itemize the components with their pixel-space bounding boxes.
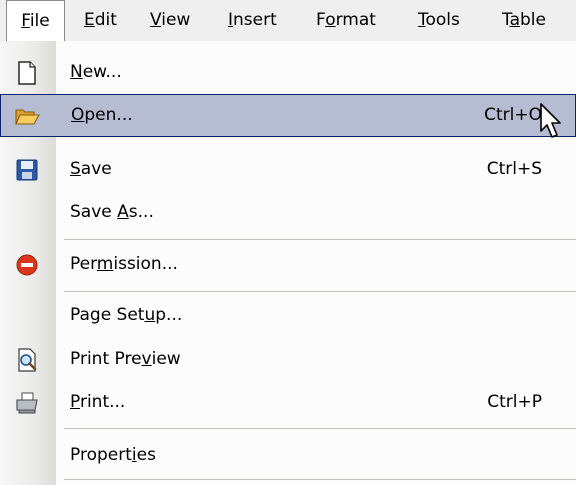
print-rest: rint...: [79, 392, 126, 412]
permission-rest: ission...: [113, 254, 178, 274]
save-accel: S: [70, 159, 81, 179]
menu-item-permission-label: Permission...: [70, 243, 178, 286]
save-shortcut: Ctrl+S: [486, 159, 542, 179]
printer-icon: [16, 392, 38, 414]
properties-pre: Propert: [70, 445, 132, 465]
menu-edit[interactable]: Edit: [84, 0, 117, 41]
menu-item-properties[interactable]: Properties: [0, 434, 576, 477]
menu-tools-rest: ools: [425, 10, 460, 30]
menu-tools[interactable]: Tools: [418, 0, 460, 41]
menu-format-accel: o: [325, 10, 336, 30]
menu-item-save-as[interactable]: Save As...: [0, 191, 576, 234]
page-setup-accel: u: [144, 305, 156, 325]
save-disk-icon: [16, 159, 38, 181]
mouse-pointer-icon: [540, 103, 561, 138]
menu-insert-rest: nsert: [233, 10, 277, 30]
print-preview-pre: Print Pre: [70, 349, 142, 369]
separator: [64, 479, 576, 480]
menu-item-print[interactable]: Print... Ctrl+P: [0, 381, 576, 424]
menu-format-pre: F: [316, 10, 326, 30]
menu-item-permission[interactable]: Permission...: [0, 243, 576, 286]
menu-table-rest: ble: [520, 10, 546, 30]
menu-item-page-setup[interactable]: Page Setup...: [0, 294, 576, 337]
file-menu-dropdown: New... Open... Ctrl+O Save Ctrl+S Save A…: [0, 41, 576, 485]
menu-item-print-label: Print...: [70, 381, 125, 424]
menu-insert[interactable]: Insert: [228, 0, 277, 41]
menu-file[interactable]: File: [6, 0, 65, 42]
menu-file-accel: F: [21, 11, 30, 31]
menu-item-open-label: Open...: [71, 94, 133, 137]
menu-format-rest: rmat: [335, 10, 376, 30]
menu-view-accel: V: [150, 10, 162, 30]
print-preview-accel: v: [141, 349, 152, 369]
print-preview-rest: iew: [151, 349, 181, 369]
open-accel: O: [71, 105, 85, 125]
menu-table[interactable]: Table: [502, 0, 546, 41]
menu-item-save-as-label: Save As...: [70, 191, 154, 234]
save-as-pre: Save: [70, 202, 118, 222]
separator: [64, 428, 576, 429]
save-as-rest: s...: [128, 202, 154, 222]
menu-table-accel: a: [509, 10, 520, 30]
print-preview-icon: [18, 348, 37, 372]
menu-tools-accel: T: [418, 10, 426, 30]
separator: [64, 291, 576, 292]
menu-file-rest: ile: [29, 11, 50, 31]
properties-rest: es: [136, 445, 156, 465]
permission-no-entry-icon: [16, 254, 38, 276]
menu-item-print-preview-label: Print Preview: [70, 338, 181, 381]
page-setup-rest: p...: [155, 305, 183, 325]
menu-item-new[interactable]: New...: [0, 51, 576, 94]
open-shortcut: Ctrl+O: [484, 105, 542, 125]
page-setup-pre: Page Set: [70, 305, 145, 325]
menu-format[interactable]: Format: [316, 0, 376, 41]
separator: [64, 239, 576, 240]
new-document-icon: [18, 61, 36, 85]
open-rest: pen...: [84, 105, 133, 125]
menu-item-page-setup-label: Page Setup...: [70, 294, 182, 337]
permission-accel: m: [96, 254, 114, 274]
menu-item-print-preview[interactable]: Print Preview: [0, 338, 576, 381]
menu-item-new-label: New...: [70, 51, 122, 94]
save-rest: ave: [80, 159, 112, 179]
menu-item-save[interactable]: Save Ctrl+S: [0, 148, 576, 191]
menu-edit-accel: E: [84, 10, 95, 30]
menu-view-rest: iew: [161, 10, 191, 30]
menu-view[interactable]: View: [150, 0, 190, 41]
menu-table-pre: T: [502, 10, 510, 30]
menu-item-open[interactable]: Open... Ctrl+O: [0, 94, 576, 137]
new-accel: N: [70, 62, 83, 82]
menu-item-save-label: Save: [70, 148, 112, 191]
print-shortcut: Ctrl+P: [487, 392, 542, 412]
menu-edit-rest: dit: [94, 10, 117, 30]
permission-pre: Per: [70, 254, 97, 274]
new-rest: ew...: [82, 62, 122, 82]
menu-item-properties-label: Properties: [70, 434, 156, 477]
open-folder-icon: [15, 109, 40, 125]
save-as-accel: A: [117, 202, 129, 222]
menu-bar: File Edit View Insert Format Tools Table: [0, 0, 576, 42]
print-accel: P: [70, 392, 80, 412]
